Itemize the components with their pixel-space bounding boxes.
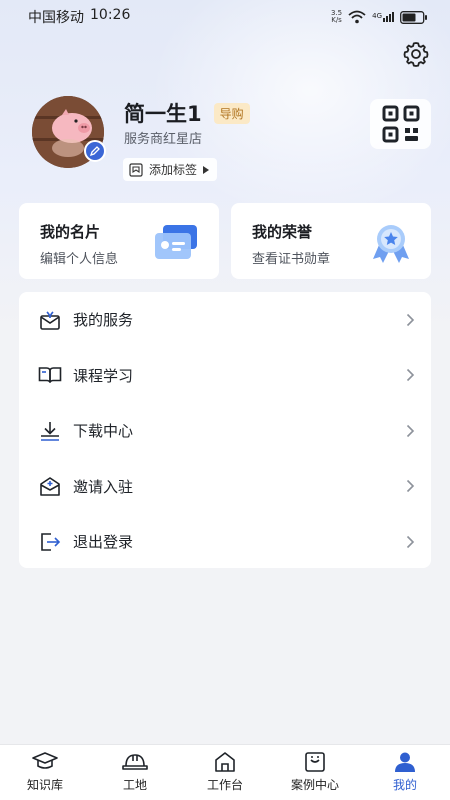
menu-item-courses[interactable]: 课程学习 bbox=[19, 348, 431, 404]
my-business-card[interactable]: 我的名片 编辑个人信息 bbox=[19, 203, 219, 279]
menu-list: 我的服务 课程学习 下载中心 邀请入驻 退出登录 bbox=[19, 292, 431, 568]
tab-case-center[interactable]: 案例中心 bbox=[270, 745, 360, 800]
avatar[interactable] bbox=[32, 96, 106, 168]
store-name: 服务商红星店 bbox=[124, 132, 203, 147]
tab-label: 我的 bbox=[392, 778, 417, 792]
caret-right-icon bbox=[203, 165, 210, 174]
add-tag-label: 添加标签 bbox=[149, 163, 198, 177]
network-speed: 3.5 K/s bbox=[330, 9, 343, 24]
add-tag-button[interactable]: 添加标签 bbox=[123, 158, 218, 181]
clock-text: 10:26 bbox=[90, 7, 131, 23]
menu-label: 退出登录 bbox=[73, 533, 134, 552]
tab-label: 知识库 bbox=[26, 778, 63, 792]
graduation-cap-icon bbox=[32, 752, 58, 769]
menu-item-my-services[interactable]: 我的服务 bbox=[19, 292, 431, 348]
menu-item-downloads[interactable]: 下载中心 bbox=[19, 403, 431, 459]
tab-label: 案例中心 bbox=[290, 778, 339, 792]
my-honors-card[interactable]: 我的荣誉 查看证书勋章 bbox=[231, 203, 431, 279]
menu-label: 我的服务 bbox=[73, 311, 134, 330]
chevron-right-icon bbox=[406, 535, 415, 548]
menu-label: 邀请入驻 bbox=[73, 477, 134, 496]
tab-label: 工作台 bbox=[206, 778, 243, 792]
tab-mine[interactable]: 我的 bbox=[360, 745, 450, 800]
tab-workbench[interactable]: 工作台 bbox=[180, 745, 270, 800]
status-bar: 中国移动 10:26 3.5 K/s 4G bbox=[0, 0, 450, 34]
wifi-icon bbox=[348, 10, 366, 24]
menu-item-invite[interactable]: 邀请入驻 bbox=[19, 459, 431, 515]
chevron-right-icon bbox=[406, 369, 415, 382]
user-icon bbox=[395, 752, 415, 772]
card-title: 我的荣誉 bbox=[252, 223, 313, 241]
business-card-icon bbox=[155, 225, 197, 259]
chevron-right-icon bbox=[406, 313, 415, 326]
role-badge: 导购 bbox=[213, 102, 250, 124]
battery-icon bbox=[400, 10, 427, 24]
medal-icon bbox=[373, 225, 409, 263]
menu-item-logout[interactable]: 退出登录 bbox=[19, 514, 431, 570]
download-icon bbox=[38, 419, 62, 443]
book-icon bbox=[38, 363, 62, 387]
profile-name-row: 简一生1 导购 bbox=[124, 98, 250, 128]
case-icon bbox=[305, 752, 325, 772]
tab-construction-site[interactable]: 工地 bbox=[90, 745, 180, 800]
tag-icon bbox=[129, 162, 143, 177]
tab-knowledge-base[interactable]: 知识库 bbox=[0, 745, 90, 800]
hard-hat-icon bbox=[122, 754, 148, 770]
edit-avatar-icon[interactable] bbox=[84, 140, 106, 162]
chevron-right-icon bbox=[406, 424, 415, 437]
bottom-tab-bar: 知识库 工地 工作台 案例中心 我的 bbox=[0, 744, 450, 800]
card-title: 我的名片 bbox=[40, 223, 101, 241]
logout-icon bbox=[38, 530, 62, 554]
gear-icon[interactable] bbox=[402, 40, 430, 68]
service-envelope-icon bbox=[38, 308, 62, 332]
invite-icon bbox=[38, 474, 62, 498]
qr-code-button[interactable] bbox=[370, 99, 431, 149]
menu-label: 下载中心 bbox=[73, 422, 134, 441]
tab-label: 工地 bbox=[122, 778, 147, 792]
chevron-right-icon bbox=[406, 480, 415, 493]
home-icon bbox=[215, 752, 235, 772]
signal-icon: 4G bbox=[372, 12, 394, 22]
menu-label: 课程学习 bbox=[73, 366, 134, 385]
carrier-text: 中国移动 bbox=[28, 10, 84, 26]
qr-code-icon bbox=[382, 105, 419, 143]
card-subtitle: 查看证书勋章 bbox=[252, 252, 331, 267]
user-name: 简一生1 bbox=[124, 102, 202, 126]
card-subtitle: 编辑个人信息 bbox=[40, 252, 119, 267]
